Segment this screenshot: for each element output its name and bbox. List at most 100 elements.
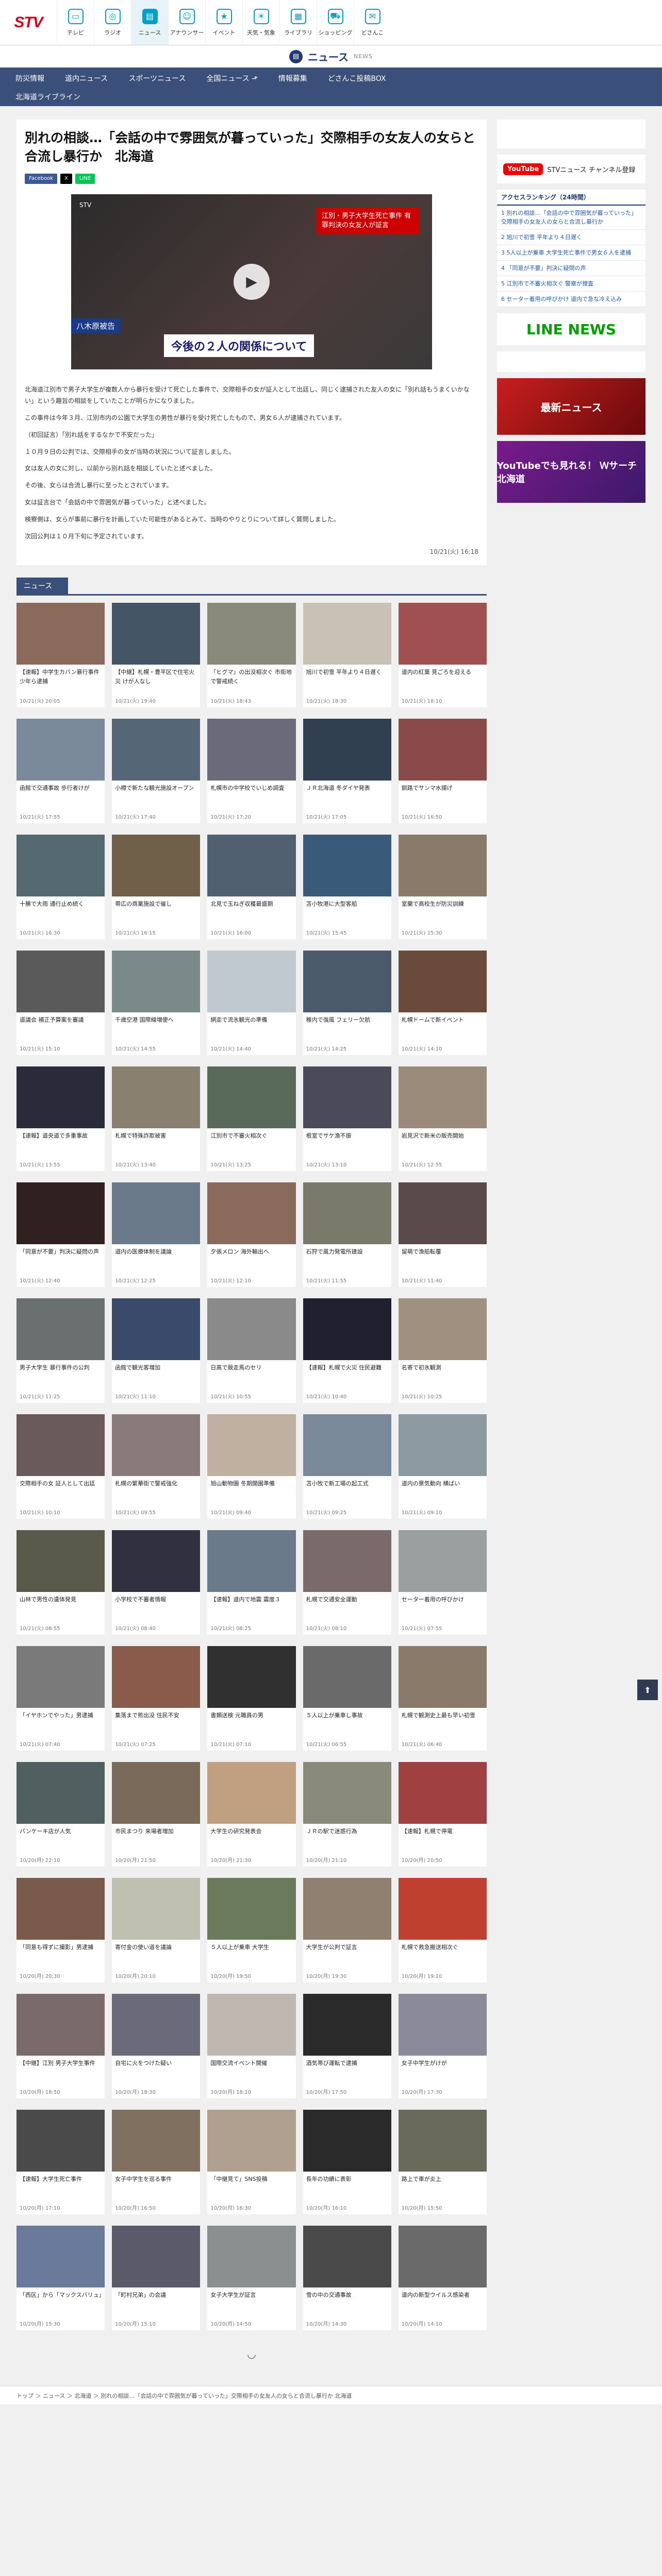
sub-nav-link[interactable]: どさんこ投稿BOX [328, 73, 386, 83]
sub-nav-link[interactable]: 情報募集 [278, 73, 307, 83]
stv-logo[interactable]: STV [0, 0, 57, 45]
youtube-banner[interactable]: YouTube STVニュース チャンネル登録 [497, 155, 646, 183]
news-card[interactable]: 「同意が不要」判決に疑問の声 10/21(火) 12:40 [16, 1182, 105, 1287]
news-card[interactable]: 十勝で大雨 通行止め続く 10/21(火) 16:30 [16, 835, 105, 940]
ranking-item[interactable]: 6 セーター着用の呼びかけ 道内で急な冷え込み [497, 292, 646, 308]
news-card[interactable]: 根室でサケ漁不振 10/21(火) 13:10 [303, 1066, 391, 1172]
sub-nav-link[interactable]: 防災情報 [15, 73, 44, 83]
news-card[interactable]: 札幌で救急搬送相次ぐ 10/20(月) 19:10 [398, 1878, 487, 1983]
news-card[interactable]: 札幌の繁華街で警戒強化 10/21(火) 09:55 [112, 1414, 201, 1519]
news-card[interactable]: 道内の紅葉 見ごろを迎える 10/21(火) 18:10 [398, 603, 487, 708]
news-card[interactable]: 国際交流イベント開催 10/20(月) 18:10 [207, 1994, 296, 2099]
news-card[interactable]: 夕張メロン 海外輸出へ 10/21(火) 12:10 [207, 1182, 296, 1287]
news-card[interactable]: ５人以上が乗車し事故 10/21(火) 06:55 [303, 1646, 391, 1751]
news-card[interactable]: 山林で男性の遺体発見 10/21(火) 08:55 [16, 1530, 105, 1635]
news-card[interactable]: 釧路でサンマ水揚げ 10/21(火) 16:50 [398, 719, 487, 824]
w-search-banner[interactable]: YouTubeでも見れる！ Ｗサーチ 北海道 [497, 441, 646, 503]
news-card[interactable]: 苫小牧で新工場の起工式 10/21(火) 09:25 [303, 1414, 391, 1519]
news-card[interactable]: 道内の景気動向 横ばい 10/21(火) 09:10 [398, 1414, 487, 1519]
news-card[interactable]: 道内の医療体制を議論 10/21(火) 12:25 [112, 1182, 201, 1287]
nav-item[interactable]: ☺ アナウンサー [168, 0, 205, 45]
news-card[interactable]: 「ヒグマ」の出没相次ぐ 市街地で警戒続く 10/21(火) 18:43 [207, 603, 296, 708]
news-card[interactable]: 【速報】大学生死亡事件 10/20(月) 17:10 [16, 2110, 105, 2215]
news-card[interactable]: 旭山動物園 冬期開園準備 10/21(火) 09:40 [207, 1414, 296, 1519]
tiktok-banner[interactable]: TikTok STVニュース北海道 [497, 120, 646, 148]
ranking-item[interactable]: 1 別れの相談…「会話の中で雰囲気が暮っていった」交際相手の女友人の女らと合流し… [497, 206, 646, 230]
sub-nav-link[interactable]: 道内ニュース [65, 73, 108, 83]
news-card[interactable]: 北見で玉ねぎ収穫最盛期 10/21(火) 16:00 [207, 835, 296, 940]
news-card[interactable]: 長年の功績に表彰 10/20(月) 16:10 [303, 2110, 391, 2215]
nav-item[interactable]: ◎ ラジオ [94, 0, 131, 45]
news-card[interactable]: 「西区」から「マックスバリュ」 10/20(月) 15:30 [16, 2226, 105, 2331]
ranking-item[interactable]: 5 江別市で不審火相次ぐ 警察が捜査 [497, 276, 646, 292]
nav-item[interactable]: ⛟ ショッピング [317, 0, 354, 45]
news-card[interactable]: 名寄で初氷観測 10/21(火) 10:25 [398, 1298, 487, 1403]
news-card[interactable]: 交際相手の女 証人として出廷 10/21(火) 10:10 [16, 1414, 105, 1519]
sub-nav-link[interactable]: 全国ニュース ⬏ [206, 73, 257, 83]
news-card[interactable]: 日高で競走馬のセリ 10/21(火) 10:55 [207, 1298, 296, 1403]
news-card[interactable]: 「同意も得ずに撮影」男逮捕 10/20(月) 20:30 [16, 1878, 105, 1983]
news-card[interactable]: 「中継見て」SNS投稿 10/20(月) 16:30 [207, 2110, 296, 2215]
news-card[interactable]: 酒気帯び運転で逮捕 10/20(月) 17:50 [303, 1994, 391, 2099]
nav-item[interactable]: ✉ どさんこ [354, 0, 391, 45]
news-card[interactable]: 男子大学生 暴行事件の公判 10/21(火) 11:25 [16, 1298, 105, 1403]
news-card[interactable]: 石狩で風力発電所建設 10/21(火) 11:55 [303, 1182, 391, 1287]
line-news-banner[interactable]: LINE NEWS [497, 313, 646, 346]
news-card[interactable]: 室蘭で高校生が防災訓練 10/21(火) 15:30 [398, 835, 487, 940]
news-card[interactable]: 【速報】道央道で多重事故 10/21(火) 13:55 [16, 1066, 105, 1172]
news-card[interactable]: 小樽で新たな観光施設オープン 10/21(火) 17:40 [112, 719, 201, 824]
news-card[interactable]: 稚内で強風 フェリー欠航 10/21(火) 14:25 [303, 951, 391, 1056]
nav-item[interactable]: ★ イベント [205, 0, 242, 45]
news-card[interactable]: 「イヤホンでやった」男逮捕 10/21(火) 07:40 [16, 1646, 105, 1751]
news-card[interactable]: 【中継】札幌・豊平区で住宅火災 けが人なし 10/21(火) 19:40 [112, 603, 201, 708]
line-share-button[interactable]: LINE [75, 173, 95, 184]
ranking-item[interactable]: 4 「同意が不要」判決に疑問の声 [497, 261, 646, 277]
news-card[interactable]: 札幌で特殊詐欺被害 10/21(火) 13:40 [112, 1066, 201, 1172]
news-card[interactable]: 札幌ドームで新イベント 10/21(火) 14:10 [398, 951, 487, 1056]
news-card[interactable]: 函館で観光客増加 10/21(火) 11:10 [112, 1298, 201, 1403]
news-card[interactable]: 江別市で不審火相次ぐ 10/21(火) 13:25 [207, 1066, 296, 1172]
play-icon[interactable]: ▶ [234, 263, 270, 300]
news-card[interactable]: ＪＲ北海道 冬ダイヤ発表 10/21(火) 17:05 [303, 719, 391, 824]
news-card[interactable]: ＪＲの駅で迷惑行為 10/20(月) 21:10 [303, 1762, 391, 1867]
news-card[interactable]: ５人以上が乗車 大学生 10/20(月) 19:50 [207, 1878, 296, 1983]
nav-item[interactable]: ▭ テレビ [57, 0, 94, 45]
news-card[interactable]: セーター着用の呼びかけ 10/21(火) 07:55 [398, 1530, 487, 1635]
latest-news-banner[interactable]: 最新ニュース [497, 378, 646, 435]
news-card[interactable]: 書類送検 元職員の男 10/21(火) 07:10 [207, 1646, 296, 1751]
ranking-item[interactable]: 3 5人以上が乗車 大学生死亡事件で男女６人を逮捕 [497, 245, 646, 261]
x-share-button[interactable]: X [60, 173, 72, 184]
news-card[interactable]: 岩見沢で新米の販売開始 10/21(火) 12:55 [398, 1066, 487, 1172]
news-card[interactable]: 札幌で交通安全運動 10/21(火) 08:10 [303, 1530, 391, 1635]
news-card[interactable]: 【速報】札幌で火災 住民避難 10/21(火) 10:40 [303, 1298, 391, 1403]
news-card[interactable]: 女子大学生が証言 10/20(月) 14:50 [207, 2226, 296, 2331]
ranking-item[interactable]: 2 旭川で初雪 平年より４日遅く [497, 230, 646, 246]
news-card[interactable]: 道議会 補正予算案を審議 10/21(火) 15:10 [16, 951, 105, 1056]
line-account-banner[interactable]: STVニュース北海道 [497, 351, 646, 372]
news-card[interactable]: 「町村兄弟」の会議 10/20(月) 15:10 [112, 2226, 201, 2331]
news-card[interactable]: 【速報】札幌で停電 10/20(月) 20:50 [398, 1762, 487, 1867]
news-card[interactable]: 女子中学生がけが 10/20(月) 17:30 [398, 1994, 487, 2099]
news-card[interactable]: 【速報】中学生カバン暴行事件 少年ら逮捕 10/21(火) 20:05 [16, 603, 105, 708]
back-to-top-button[interactable]: ⬆ [637, 1680, 658, 1700]
news-card[interactable]: 網走で流氷観光の準備 10/21(火) 14:40 [207, 951, 296, 1056]
news-card[interactable]: 道内の新型ウイルス感染者 10/20(月) 14:10 [398, 2226, 487, 2331]
news-card[interactable]: 【速報】道内で地震 震度３ 10/21(火) 08:25 [207, 1530, 296, 1635]
video-player[interactable]: STV 江別・男子大学生死亡事件 有罪判決の女友人が証言 八木原被告 ▶ 今後の… [71, 194, 432, 369]
news-card[interactable]: 集落まで熊出没 住民不安 10/21(火) 07:25 [112, 1646, 201, 1751]
news-card[interactable]: 札幌で観測史上最も早い初雪 10/21(火) 06:40 [398, 1646, 487, 1751]
news-card[interactable]: 市民まつり 来場者増加 10/20(月) 21:50 [112, 1762, 201, 1867]
news-card[interactable]: 旭川で初雪 平年より４日遅く 10/21(火) 18:30 [303, 603, 391, 708]
news-card[interactable]: 女子中学生を巡る事件 10/20(月) 16:50 [112, 2110, 201, 2215]
news-card[interactable]: 函館で交通事故 歩行者けが 10/21(火) 17:55 [16, 719, 105, 824]
nav-item[interactable]: ▦ ライブラリ [279, 0, 317, 45]
news-card[interactable]: 千歳空港 国際線増便へ 10/21(火) 14:55 [112, 951, 201, 1056]
news-card[interactable]: 苫小牧港に大型客船 10/21(火) 15:45 [303, 835, 391, 940]
news-card[interactable]: 自宅に火をつけた疑い 10/20(月) 18:30 [112, 1994, 201, 2099]
news-card[interactable]: 【中継】江別 男子大学生事件 10/20(月) 18:50 [16, 1994, 105, 2099]
sub-nav-link[interactable]: 北海道ライブライン [15, 92, 80, 102]
news-card[interactable]: 大学生が公判で証言 10/20(月) 19:30 [303, 1878, 391, 1983]
news-card[interactable]: パンケーキ店が人気 10/20(月) 22:10 [16, 1762, 105, 1867]
news-card[interactable]: 小学校で不審者情報 10/21(火) 08:40 [112, 1530, 201, 1635]
facebook-share-button[interactable]: Facebook [25, 173, 57, 184]
